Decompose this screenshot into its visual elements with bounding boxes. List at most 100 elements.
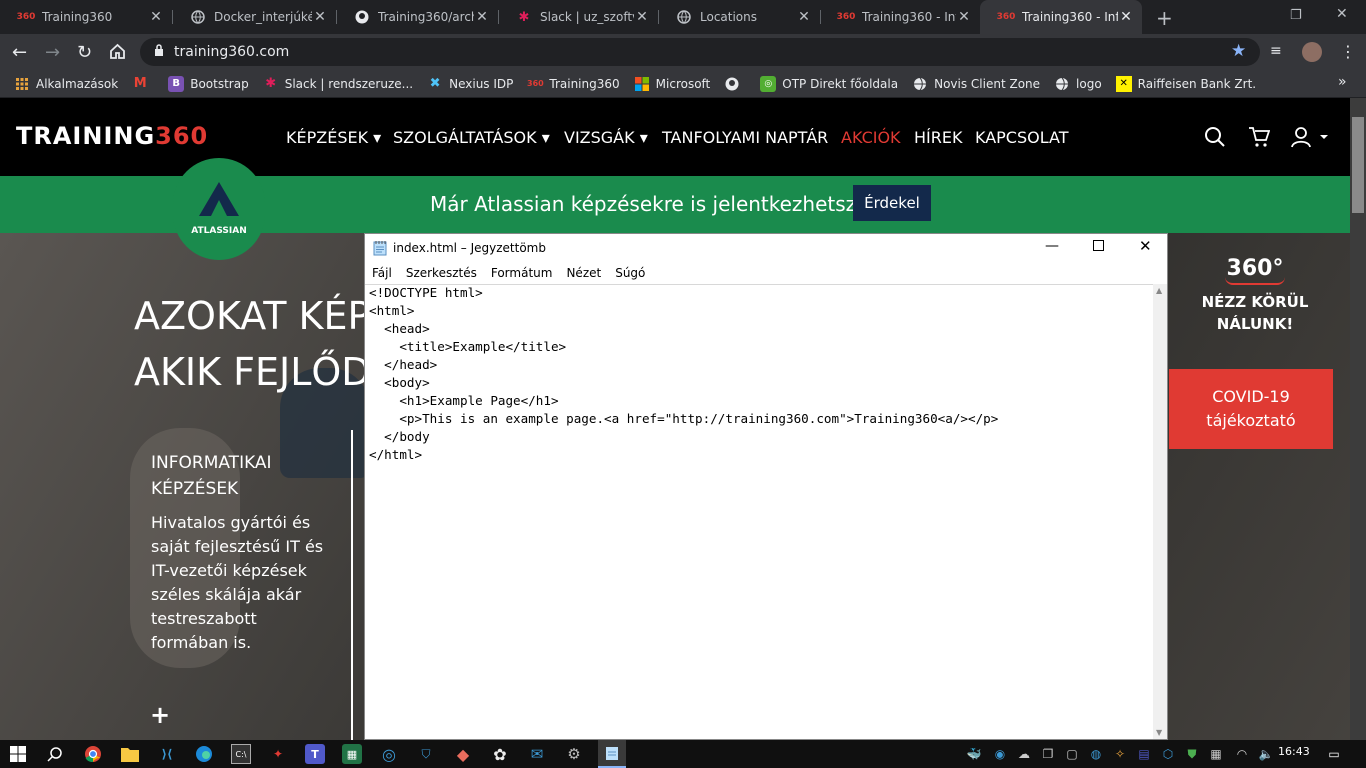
- bookmark-logo[interactable]: logo: [1054, 76, 1102, 92]
- nav-szolgaltatasok[interactable]: SZOLGÁLTATÁSOK ▾: [393, 128, 550, 147]
- nav-akciok[interactable]: AKCIÓK: [841, 128, 901, 147]
- training360-logo[interactable]: TRAINING360: [16, 122, 208, 150]
- menu-sugo[interactable]: Súgó: [615, 266, 645, 280]
- mail-icon[interactable]: ✉: [527, 744, 547, 764]
- bookmark-novis[interactable]: Novis Client Zone: [912, 76, 1040, 92]
- restore-window-icon[interactable]: ❐: [1290, 8, 1302, 23]
- tray-app-icon[interactable]: ❐: [1038, 744, 1058, 764]
- tray-app-icon[interactable]: ▢: [1062, 744, 1082, 764]
- nav-hirek[interactable]: HÍREK: [914, 128, 962, 147]
- app-icon[interactable]: ✦: [268, 744, 288, 764]
- bookmark-otp[interactable]: ◎ OTP Direkt főoldala: [760, 75, 898, 92]
- bookmark-raiffeisen[interactable]: ✕ Raiffeisen Bank Zrt.: [1115, 75, 1256, 92]
- notepad-text-area[interactable]: <!DOCTYPE html> <html> <head> <title>Exa…: [369, 284, 1153, 739]
- close-icon[interactable]: ✕: [1139, 237, 1152, 255]
- tray-app-icon[interactable]: ▦: [1206, 744, 1226, 764]
- close-tab-icon[interactable]: ✕: [474, 9, 490, 25]
- search-icon[interactable]: [45, 744, 65, 764]
- page-scrollbar-thumb[interactable]: [1352, 117, 1364, 213]
- atlassian-badge[interactable]: ATLASSIAN: [173, 158, 265, 260]
- close-tab-icon[interactable]: ✕: [1118, 9, 1134, 25]
- defender-shield-icon[interactable]: ⛊: [1182, 744, 1202, 764]
- browser-tab[interactable]: 360 Training360 - Infor ✕: [820, 0, 980, 34]
- menu-fajl[interactable]: Fájl: [372, 266, 392, 280]
- nav-tanfolyami-naptar[interactable]: TANFOLYAMI NAPTÁR: [662, 128, 828, 147]
- teams-tray-icon[interactable]: ▤: [1134, 744, 1154, 764]
- bookmark-github[interactable]: [724, 76, 746, 92]
- vscode-icon[interactable]: ⟩⟨: [157, 744, 177, 764]
- menu-formatum[interactable]: Formátum: [491, 266, 553, 280]
- menu-szerkesztes[interactable]: Szerkesztés: [406, 266, 477, 280]
- search-icon[interactable]: [1204, 126, 1226, 152]
- windows-start-icon[interactable]: [8, 744, 28, 764]
- app-icon[interactable]: ▦: [342, 744, 362, 764]
- bookmark-microsoft[interactable]: Microsoft: [634, 76, 710, 92]
- erdekel-button[interactable]: Érdekel: [853, 185, 931, 221]
- 360-tour-badge[interactable]: 360° NÉZZ KÖRÜL NÁLUNK!: [1180, 256, 1330, 333]
- browser-menu-icon[interactable]: ⋮: [1340, 42, 1356, 61]
- browser-tab[interactable]: 360 Training360 ✕: [0, 0, 172, 34]
- media-control-icon[interactable]: ≡: [1270, 43, 1282, 59]
- tray-app-icon[interactable]: ◉: [990, 744, 1010, 764]
- tray-app-icon[interactable]: ✧: [1110, 744, 1130, 764]
- tray-app-icon[interactable]: ◍: [1086, 744, 1106, 764]
- edge-icon[interactable]: [194, 744, 214, 764]
- scroll-down-arrow-icon[interactable]: ▼: [1156, 728, 1162, 737]
- terminal-icon[interactable]: C:\: [231, 744, 251, 764]
- new-tab-icon[interactable]: +: [1156, 6, 1173, 30]
- volume-icon[interactable]: 🔈: [1256, 744, 1276, 764]
- nav-kepzesek[interactable]: KÉPZÉSEK ▾: [286, 128, 381, 147]
- clock-time[interactable]: 16:43: [1278, 745, 1310, 758]
- teams-icon[interactable]: T: [305, 744, 325, 764]
- expand-plus-icon[interactable]: +: [150, 701, 170, 729]
- back-icon[interactable]: ←: [12, 42, 27, 63]
- close-window-icon[interactable]: ✕: [1336, 6, 1348, 22]
- app-icon[interactable]: ◎: [379, 744, 399, 764]
- notepad-taskbar-icon[interactable]: [598, 740, 626, 768]
- settings-gear-icon[interactable]: ⚙: [564, 744, 584, 764]
- onedrive-icon[interactable]: ☁: [1014, 744, 1034, 764]
- cart-icon[interactable]: [1248, 126, 1271, 152]
- wifi-icon[interactable]: ◠: [1232, 744, 1252, 764]
- bookmark-slack[interactable]: ✱ Slack | rendszeruze...: [263, 76, 413, 92]
- profile-avatar[interactable]: [1302, 42, 1322, 62]
- scroll-up-arrow-icon[interactable]: ▲: [1156, 286, 1162, 295]
- close-tab-icon[interactable]: ✕: [956, 9, 972, 25]
- browser-tab[interactable]: Docker_interjúkérd ✕: [172, 0, 336, 34]
- file-explorer-icon[interactable]: [120, 744, 140, 764]
- chrome-icon[interactable]: [83, 744, 103, 764]
- app-icon[interactable]: ✿: [490, 744, 510, 764]
- home-icon[interactable]: [109, 43, 126, 63]
- tray-app-icon[interactable]: ⬡: [1158, 744, 1178, 764]
- notepad-scrollbar[interactable]: [1153, 284, 1167, 739]
- bookmark-apps[interactable]: Alkalmazások: [14, 76, 118, 92]
- close-tab-icon[interactable]: ✕: [634, 9, 650, 25]
- notification-center-icon[interactable]: ▭: [1324, 744, 1344, 764]
- app-icon[interactable]: ◆: [453, 744, 473, 764]
- close-tab-icon[interactable]: ✕: [148, 9, 164, 25]
- browser-tab[interactable]: Training360/archit ✕: [336, 0, 498, 34]
- address-bar[interactable]: training360.com: [140, 38, 1260, 66]
- bookmark-training360[interactable]: 360 Training360: [527, 76, 620, 92]
- nav-kapcsolat[interactable]: KAPCSOLAT: [975, 128, 1068, 147]
- shield-icon[interactable]: ⛉: [416, 744, 436, 764]
- forward-icon[interactable]: →: [45, 42, 60, 63]
- bookmarks-overflow-icon[interactable]: »: [1338, 74, 1347, 90]
- close-tab-icon[interactable]: ✕: [312, 9, 328, 25]
- bookmark-star-icon[interactable]: ★: [1231, 41, 1246, 61]
- covid-info-button[interactable]: COVID-19 tájékoztató: [1169, 369, 1333, 449]
- maximize-icon[interactable]: [1093, 240, 1104, 251]
- user-account-icon[interactable]: [1290, 126, 1328, 152]
- docker-icon[interactable]: 🐳: [964, 744, 984, 764]
- reload-icon[interactable]: ↻: [77, 42, 92, 63]
- bookmark-bootstrap[interactable]: B Bootstrap: [168, 75, 249, 92]
- browser-tab-active[interactable]: 360 Training360 - Infor ✕: [980, 0, 1142, 34]
- browser-tab[interactable]: ✱ Slack | uz_szoftver ✕: [498, 0, 658, 34]
- menu-nezet[interactable]: Nézet: [566, 266, 601, 280]
- bookmark-nexius[interactable]: ✖ Nexius IDP: [427, 76, 514, 92]
- nav-vizsgak[interactable]: VIZSGÁK ▾: [564, 128, 648, 147]
- bookmark-gmail[interactable]: M: [132, 76, 154, 92]
- browser-tab[interactable]: Locations ✕: [658, 0, 820, 34]
- minimize-icon[interactable]: —: [1045, 238, 1059, 254]
- close-tab-icon[interactable]: ✕: [796, 9, 812, 25]
